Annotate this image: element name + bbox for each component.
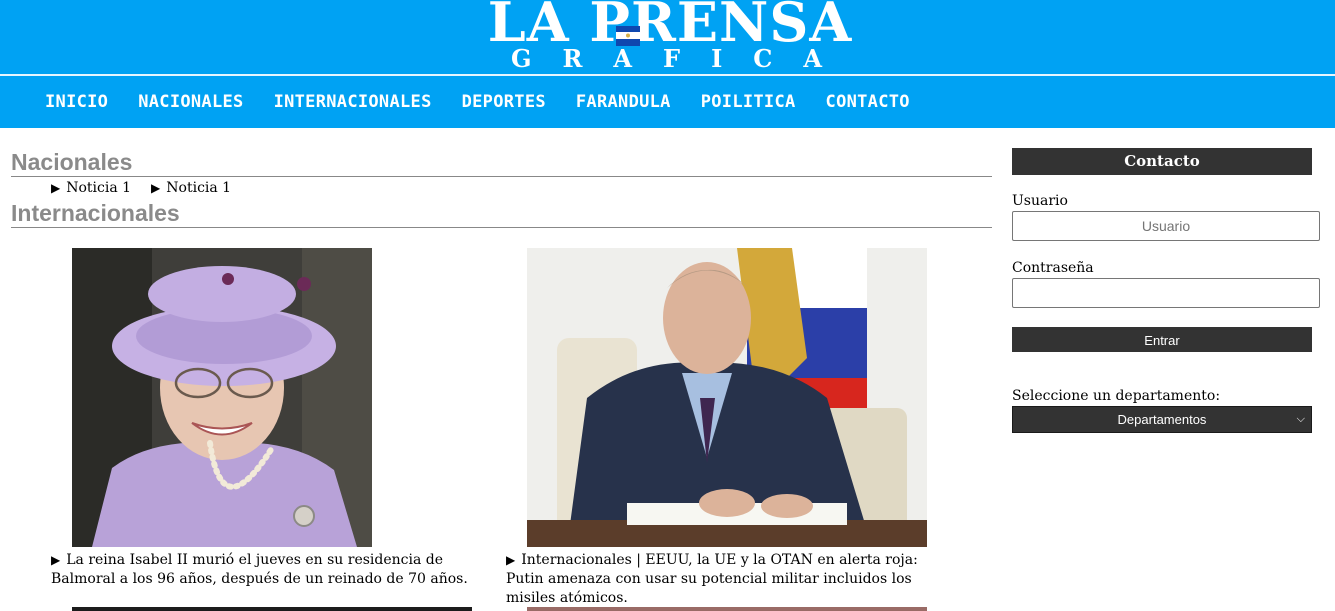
el-salvador-flag-icon — [616, 26, 640, 46]
news-caption-text: La reina Isabel II murió el jueves en su… — [51, 552, 468, 587]
section-title-internacionales: Internacionales — [11, 199, 992, 228]
bullet-triangle-icon: ▶ — [51, 553, 61, 567]
nacionales-list: ▶ Noticia 1 ▶ Noticia 1 — [11, 177, 992, 199]
main-content: Nacionales ▶ Noticia 1 ▶ Noticia 1 Interna… — [11, 148, 992, 228]
news-image-next[interactable] — [72, 607, 472, 611]
news-caption[interactable]: ▶ La reina Isabel II murió el jueves en s… — [51, 551, 487, 589]
department-select[interactable]: Departamentos ⌵ — [1012, 406, 1312, 433]
news-caption-text: Internacionales | EEUU, la UE y la OTAN … — [506, 552, 918, 606]
bullet-triangle-icon: ▶ — [51, 181, 61, 195]
enter-button[interactable]: Entrar — [1012, 327, 1312, 352]
nav-item-politica[interactable]: POILITICA — [686, 92, 811, 112]
news-image-next[interactable] — [527, 607, 927, 611]
nav-item-contacto[interactable]: CONTACTO — [811, 92, 925, 112]
user-label: Usuario — [1012, 193, 1068, 209]
nav-item-internacionales[interactable]: INTERNACIONALES — [259, 92, 447, 112]
nav-item-farandula[interactable]: FARANDULA — [561, 92, 686, 112]
news-image-putin[interactable] — [527, 248, 927, 547]
news-caption[interactable]: ▶ Internacionales | EEUU, la UE y la OTAN… — [506, 551, 956, 608]
news-image-queen[interactable] — [72, 248, 372, 547]
logo-sub-text: GRAFICA — [510, 44, 854, 73]
bullet-triangle-icon: ▶ — [506, 553, 516, 567]
news-link: Noticia 1 — [166, 180, 232, 196]
department-selected-value: Departamentos — [1117, 412, 1207, 427]
department-label: Seleccione un departamento: — [1012, 388, 1221, 404]
user-input[interactable] — [1012, 211, 1320, 241]
password-label: Contraseña — [1012, 260, 1094, 276]
section-title-nacionales: Nacionales — [11, 148, 992, 177]
sidebar-title: Contacto — [1012, 148, 1312, 175]
password-input[interactable] — [1012, 278, 1320, 308]
nav-item-nacionales[interactable]: NACIONALES — [123, 92, 258, 112]
site-logo[interactable]: LA PRENSA GRAFICA — [470, 0, 870, 74]
bullet-triangle-icon: ▶ — [151, 181, 161, 195]
nav-item-deportes[interactable]: DEPORTES — [447, 92, 561, 112]
site-header: LA PRENSA GRAFICA INICIO NACIONALES INTE… — [0, 0, 1335, 128]
list-item[interactable]: ▶ Noticia 1 — [51, 180, 131, 196]
chevron-down-icon: ⌵ — [1296, 413, 1305, 425]
main-nav: INICIO NACIONALES INTERNACIONALES DEPORT… — [30, 76, 925, 128]
news-link: Noticia 1 — [66, 180, 132, 196]
nav-item-inicio[interactable]: INICIO — [30, 92, 123, 112]
list-item[interactable]: ▶ Noticia 1 — [151, 180, 231, 196]
